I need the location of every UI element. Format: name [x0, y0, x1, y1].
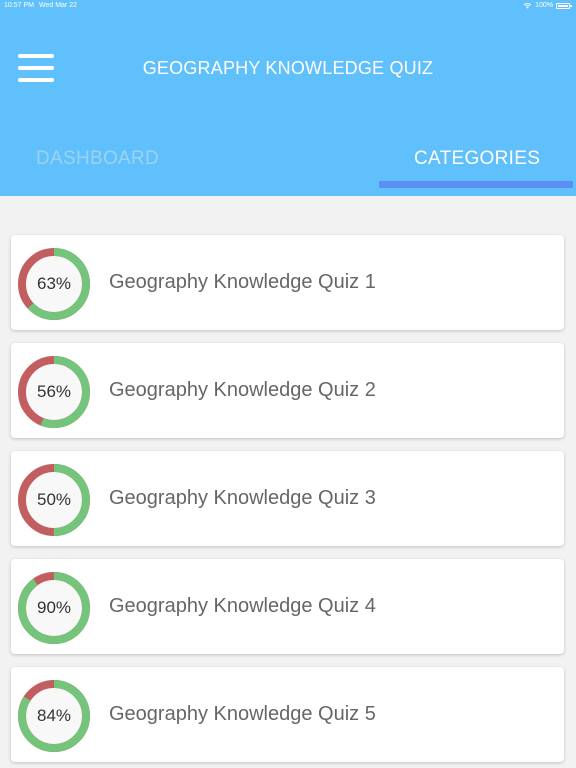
battery-percent: 100%: [535, 2, 553, 9]
quiz-title: Geography Knowledge Quiz 4: [109, 595, 376, 617]
quiz-title: Geography Knowledge Quiz 5: [109, 703, 376, 725]
score-percent: 90%: [36, 598, 72, 617]
quiz-title: Geography Knowledge Quiz 1: [109, 271, 376, 293]
quiz-card-3[interactable]: 50% Geography Knowledge Quiz 3: [11, 451, 564, 546]
score-percent: 56%: [36, 382, 72, 401]
score-percent: 63%: [36, 274, 72, 293]
score-percent: 84%: [36, 706, 72, 725]
status-time: 10:57 PM: [4, 2, 34, 9]
status-date: Wed Mar 22: [39, 2, 77, 9]
quiz-card-4[interactable]: 90% Geography Knowledge Quiz 4: [11, 559, 564, 654]
tab-categories[interactable]: CATEGORIES: [414, 148, 540, 170]
tab-dashboard[interactable]: DASHBOARD: [36, 148, 159, 170]
active-tab-indicator: [379, 181, 573, 188]
status-indicators: 100%: [523, 2, 572, 9]
quiz-title: Geography Knowledge Quiz 2: [109, 379, 376, 401]
status-bar: 10:57 PM Wed Mar 22 100%: [0, 0, 576, 12]
quiz-card-1[interactable]: 63% Geography Knowledge Quiz 1: [11, 235, 564, 330]
wifi-icon: [523, 3, 532, 9]
battery-icon: [556, 2, 572, 9]
quiz-title: Geography Knowledge Quiz 3: [109, 487, 376, 509]
quiz-card-2[interactable]: 56% Geography Knowledge Quiz 2: [11, 343, 564, 438]
app-header: 10:57 PM Wed Mar 22 100% GEOGRAPHY KNOWL…: [0, 0, 576, 196]
page-title: GEOGRAPHY KNOWLEDGE QUIZ: [142, 58, 434, 78]
score-percent: 50%: [36, 490, 72, 509]
quiz-card-5[interactable]: 84% Geography Knowledge Quiz 5: [11, 667, 564, 762]
